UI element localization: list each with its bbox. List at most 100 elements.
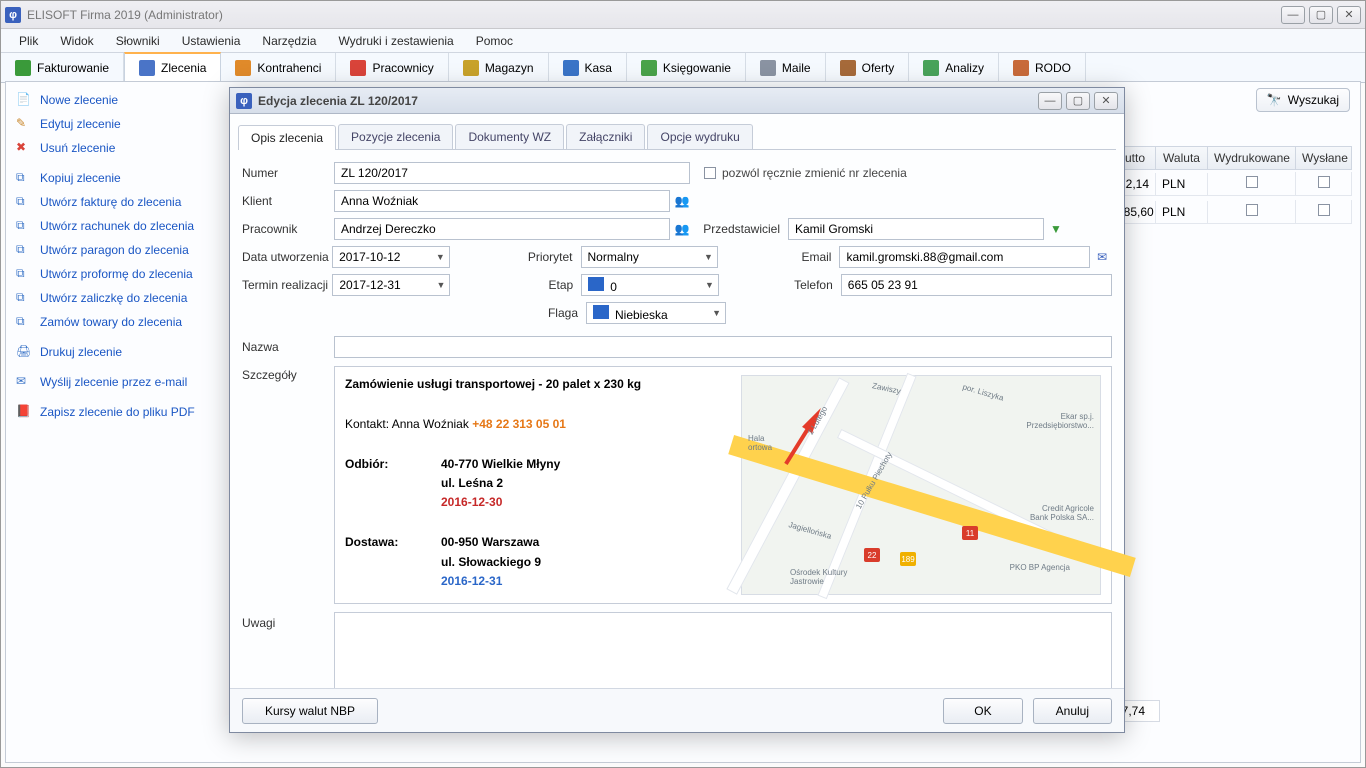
sidebar-item-1[interactable]: ✎Edytuj zlecenie xyxy=(14,112,220,136)
pracownik-input[interactable] xyxy=(334,218,670,240)
tab-opis-zlecenia[interactable]: Opis zlecenia xyxy=(238,125,336,150)
main-close-button[interactable]: ✕ xyxy=(1337,6,1361,24)
checkbox-icon xyxy=(704,167,716,179)
telefon-input[interactable] xyxy=(841,274,1112,296)
cell-wydrukowane xyxy=(1208,172,1296,196)
sidebar-icon: ⧉ xyxy=(16,194,32,210)
table-row[interactable]: 22,14 PLN xyxy=(1110,170,1352,198)
menu-słowniki[interactable]: Słowniki xyxy=(106,31,170,51)
checkbox-icon[interactable] xyxy=(1318,204,1330,216)
menubar: PlikWidokSłownikiUstawieniaNarzędziaWydr… xyxy=(1,29,1365,53)
checkbox-icon[interactable] xyxy=(1246,204,1258,216)
menu-pomoc[interactable]: Pomoc xyxy=(466,31,523,51)
label-flaga: Flaga xyxy=(514,306,586,320)
numer-input[interactable] xyxy=(334,162,690,184)
przedst-arrow-icon[interactable]: ▼ xyxy=(1046,219,1066,239)
nazwa-input[interactable] xyxy=(334,336,1112,358)
sidebar-item-4[interactable]: ⧉Utwórz fakturę do zlecenia xyxy=(14,190,220,214)
dialog-maximize-button[interactable]: ▢ xyxy=(1066,92,1090,110)
sidebar-label: Drukuj zlecenie xyxy=(40,345,122,359)
label-przedst: Przedstawiciel xyxy=(692,222,788,236)
toolbar-księgowanie[interactable]: Księgowanie xyxy=(627,53,746,82)
search-button[interactable]: 🔭 Wyszukaj xyxy=(1256,88,1350,112)
dialog-minimize-button[interactable]: — xyxy=(1038,92,1062,110)
sidebar-icon: ⧉ xyxy=(16,170,32,186)
checkbox-icon[interactable] xyxy=(1246,176,1258,188)
sidebar-icon: ⧉ xyxy=(16,314,32,330)
edit-order-dialog: φ Edycja zlecenia ZL 120/2017 — ▢ ✕ Opis… xyxy=(229,87,1125,733)
odbior-addr1: 40-770 Wielkie Młyny xyxy=(441,457,560,471)
table-row[interactable]: 885,60 PLN xyxy=(1110,198,1352,226)
data-utworzenia-picker[interactable]: 2017-10-12▼ xyxy=(332,246,450,268)
menu-ustawienia[interactable]: Ustawienia xyxy=(172,31,251,51)
details-box: Zamówienie usługi transportowej - 20 pal… xyxy=(334,366,1112,604)
sidebar-item-3[interactable]: ⧉Kopiuj zlecenie xyxy=(14,166,220,190)
dialog-app-icon: φ xyxy=(236,93,252,109)
menu-widok[interactable]: Widok xyxy=(50,31,103,51)
toolbar-rodo[interactable]: RODO xyxy=(999,53,1086,82)
tab-załączniki[interactable]: Załączniki xyxy=(566,124,645,149)
toolbar-oferty[interactable]: Oferty xyxy=(826,53,910,82)
sidebar-item-12[interactable]: 📕Zapisz zlecenie do pliku PDF xyxy=(14,400,220,424)
manual-number-checkbox[interactable]: pozwól ręcznie zmienić nr zlecenia xyxy=(704,166,907,180)
menu-wydruki-i-zestawienia[interactable]: Wydruki i zestawienia xyxy=(328,31,463,51)
toolbar-maile[interactable]: Maile xyxy=(746,53,826,82)
anuluj-button[interactable]: Anuluj xyxy=(1033,698,1112,724)
sidebar-item-10[interactable]: 🖨Drukuj zlecenie xyxy=(14,340,220,364)
label-priorytet: Priorytet xyxy=(510,250,581,264)
sidebar-icon: ✉ xyxy=(16,374,32,390)
flaga-select[interactable]: Niebieska▼ xyxy=(586,302,726,324)
main-minimize-button[interactable]: — xyxy=(1281,6,1305,24)
kursy-walut-button[interactable]: Kursy walut NBP xyxy=(242,698,378,724)
checkbox-icon[interactable] xyxy=(1318,176,1330,188)
toolbar-label: Zlecenia xyxy=(161,61,206,75)
toolbar-fakturowanie[interactable]: Fakturowanie xyxy=(1,53,124,82)
priorytet-select[interactable]: Normalny▼ xyxy=(581,246,718,268)
sidebar-item-5[interactable]: ⧉Utwórz rachunek do zlecenia xyxy=(14,214,220,238)
sidebar-item-9[interactable]: ⧉Zamów towary do zlecenia xyxy=(14,310,220,334)
main-maximize-button[interactable]: ▢ xyxy=(1309,6,1333,24)
dialog-titlebar: φ Edycja zlecenia ZL 120/2017 — ▢ ✕ xyxy=(230,88,1124,114)
label-szczegoly: Szczegóły xyxy=(242,362,334,382)
tab-pozycje-zlecenia[interactable]: Pozycje zlecenia xyxy=(338,124,453,149)
menu-plik[interactable]: Plik xyxy=(9,31,48,51)
tab-opcje-wydruku[interactable]: Opcje wydruku xyxy=(647,124,752,149)
toolbar-magazyn[interactable]: Magazyn xyxy=(449,53,549,82)
toolbar-analizy[interactable]: Analizy xyxy=(909,53,999,82)
termin-picker[interactable]: 2017-12-31▼ xyxy=(332,274,450,296)
email-input[interactable] xyxy=(839,246,1090,268)
tab-dokumenty-wz[interactable]: Dokumenty WZ xyxy=(455,124,564,149)
grid-header-waluta[interactable]: Waluta xyxy=(1156,146,1208,170)
label-data-utworzenia: Data utworzenia xyxy=(242,250,332,264)
przedst-input[interactable] xyxy=(788,218,1044,240)
toolbar-kontrahenci[interactable]: Kontrahenci xyxy=(221,53,336,82)
toolbar-icon xyxy=(563,60,579,76)
grid-header-wydrukowane[interactable]: Wydrukowane xyxy=(1208,146,1296,170)
menu-narzędzia[interactable]: Narzędzia xyxy=(252,31,326,51)
toolbar-label: Oferty xyxy=(862,61,895,75)
sidebar-item-0[interactable]: 📄Nowe zlecenie xyxy=(14,88,220,112)
sidebar-item-6[interactable]: ⧉Utwórz paragon do zlecenia xyxy=(14,238,220,262)
sidebar-item-7[interactable]: ⧉Utwórz proformę do zlecenia xyxy=(14,262,220,286)
email-icon[interactable]: ✉ xyxy=(1092,247,1112,267)
dialog-close-button[interactable]: ✕ xyxy=(1094,92,1118,110)
pick-client-icon[interactable]: 👥 xyxy=(672,191,692,211)
grid-header-wyslane[interactable]: Wysłane xyxy=(1296,146,1352,170)
sidebar-label: Usuń zlecenie xyxy=(40,141,115,155)
toolbar-zlecenia[interactable]: Zlecenia xyxy=(124,52,221,82)
main-window: φ ELISOFT Firma 2019 (Administrator) — ▢… xyxy=(0,0,1366,768)
road-shield-icon: 11 xyxy=(962,526,978,540)
klient-input[interactable] xyxy=(334,190,670,212)
toolbar-pracownicy[interactable]: Pracownicy xyxy=(336,53,448,82)
dostawa-label: Dostawa: xyxy=(345,533,441,591)
toolbar-kasa[interactable]: Kasa xyxy=(549,53,627,82)
sidebar-item-11[interactable]: ✉Wyślij zlecenie przez e-mail xyxy=(14,370,220,394)
sidebar-label: Nowe zlecenie xyxy=(40,93,118,107)
odbior-date: 2016-12-30 xyxy=(441,495,502,509)
sidebar-item-8[interactable]: ⧉Utwórz zaliczkę do zlecenia xyxy=(14,286,220,310)
pick-employee-icon[interactable]: 👥 xyxy=(672,219,692,239)
sidebar-item-2[interactable]: ✖Usuń zlecenie xyxy=(14,136,220,160)
ok-button[interactable]: OK xyxy=(943,698,1022,724)
etap-select[interactable]: 0▼ xyxy=(581,274,719,296)
toolbar-label: Kontrahenci xyxy=(257,61,321,75)
